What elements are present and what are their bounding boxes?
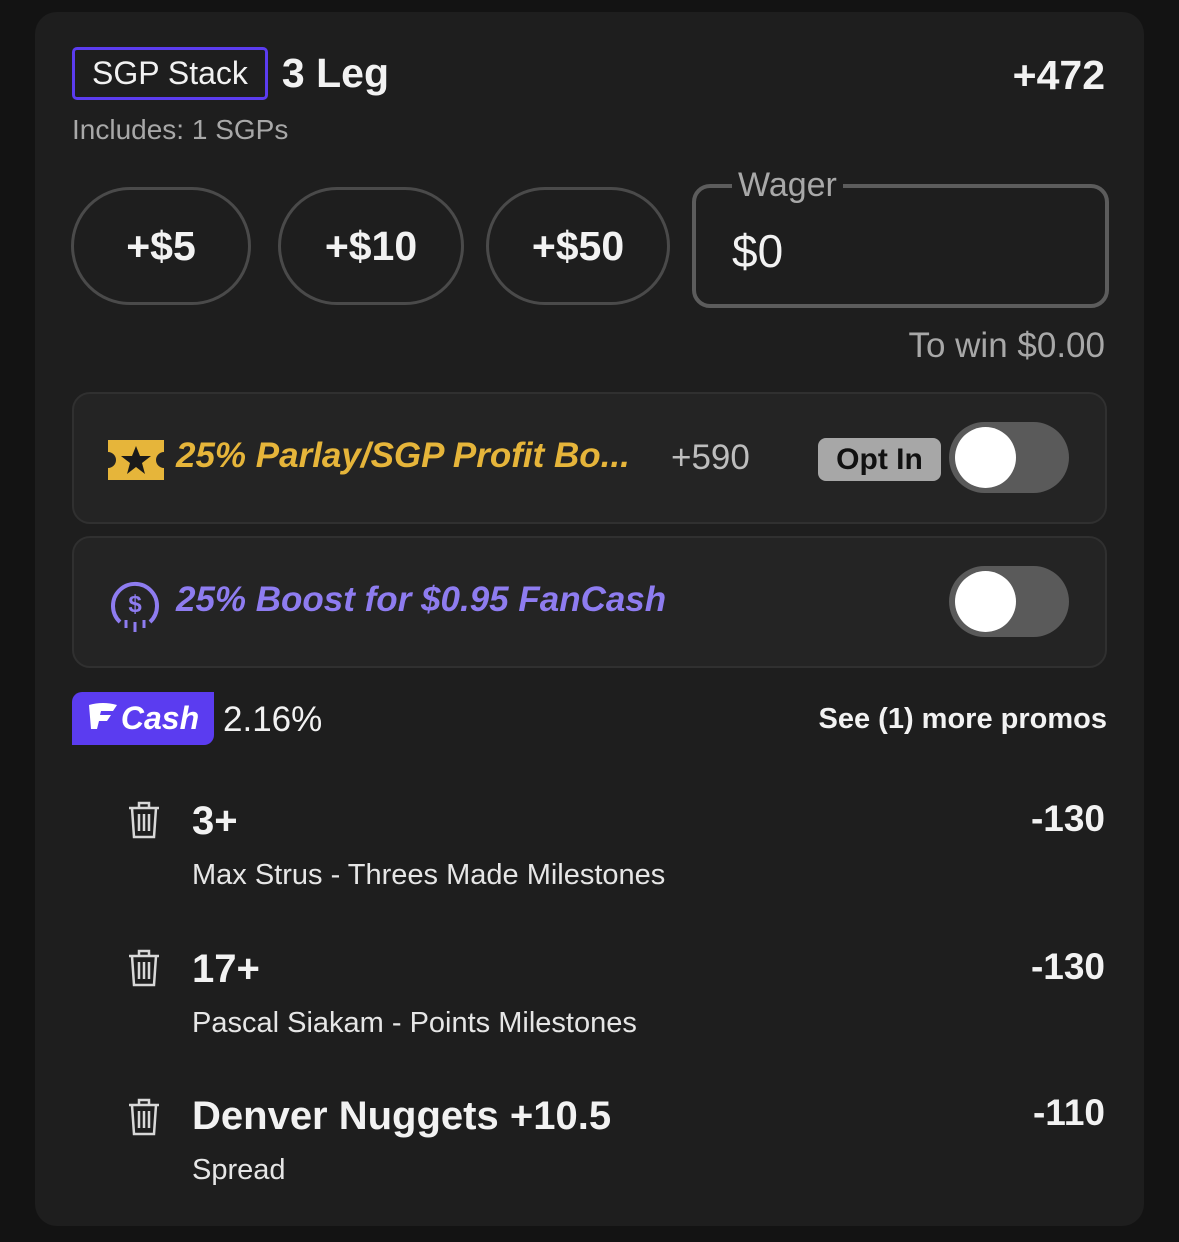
profit-boost-toggle[interactable] (949, 422, 1069, 493)
leg-odds: -130 (1030, 798, 1105, 839)
fancash-percent: 2.16% (223, 700, 323, 739)
fancash-coin-icon: $ (106, 576, 164, 639)
trash-icon[interactable] (127, 800, 161, 840)
add-50-button[interactable]: +$50 (486, 187, 670, 305)
leg-description: Spread (192, 1154, 286, 1186)
opt-in-button[interactable]: Opt In (818, 438, 941, 481)
leg-selection: 17+ (192, 947, 260, 991)
leg-odds: -130 (1030, 946, 1105, 987)
leg-count-title: 3 Leg (281, 50, 390, 96)
more-promos-link[interactable]: See (1) more promos (819, 703, 1107, 736)
fancash-boost-promo: $ 25% Boost for $0.95 FanCash (72, 536, 1107, 668)
add-10-button[interactable]: +$10 (278, 187, 464, 305)
boosted-odds: +590 (671, 438, 750, 477)
leg-odds: -110 (1032, 1092, 1105, 1133)
leg-description: Pascal Siakam - Points Milestones (192, 1007, 637, 1039)
wager-input[interactable]: Wager $0 (692, 166, 1109, 308)
fancash-logo: Cash (72, 692, 214, 745)
profit-boost-promo: 25% Parlay/SGP Profit Bo... +590 Opt In (72, 392, 1107, 524)
toggle-knob (955, 571, 1016, 632)
star-ticket-icon (108, 440, 164, 485)
fancash-boost-toggle[interactable] (949, 566, 1069, 637)
wager-value[interactable]: $0 (732, 224, 783, 278)
profit-boost-label: 25% Parlay/SGP Profit Bo... (176, 436, 630, 475)
fancash-logo-text: Cash (120, 700, 200, 736)
leg-selection: Denver Nuggets +10.5 (192, 1094, 612, 1138)
toggle-knob (955, 427, 1016, 488)
sgp-stack-badge: SGP Stack (72, 47, 268, 100)
add-5-button[interactable]: +$5 (71, 187, 251, 305)
leg-description: Max Strus - Threes Made Milestones (192, 859, 666, 891)
fanduel-shield-icon (87, 701, 119, 736)
includes-text: Includes: 1 SGPs (72, 114, 289, 145)
svg-text:$: $ (128, 591, 142, 618)
trash-icon[interactable] (127, 948, 161, 988)
wager-label: Wager (732, 166, 843, 205)
bet-header: SGP Stack 3 Leg (72, 47, 389, 100)
leg-selection: 3+ (192, 799, 238, 843)
total-odds: +472 (1012, 52, 1105, 98)
to-win-text: To win $0.00 (908, 326, 1105, 365)
fancash-boost-label: 25% Boost for $0.95 FanCash (176, 580, 667, 619)
trash-icon[interactable] (127, 1097, 161, 1137)
